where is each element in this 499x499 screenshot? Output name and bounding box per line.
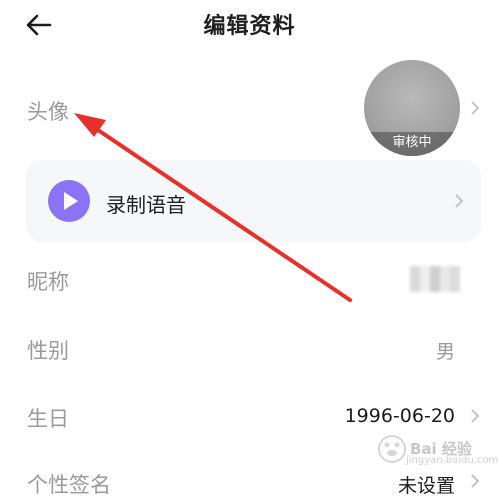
record-voice-card[interactable]: 录制语音 xyxy=(26,160,481,242)
gender-value: 男 xyxy=(435,341,455,363)
birthday-label: 生日 xyxy=(27,407,69,431)
watermark-url: jingyan.baidu.com xyxy=(406,455,499,466)
chevron-right-icon xyxy=(455,194,464,208)
avatar[interactable]: 审核中 xyxy=(364,60,460,156)
birthday-value: 1996-06-20 xyxy=(344,405,455,427)
gender-label: 性别 xyxy=(27,339,69,363)
avatar-label: 头像 xyxy=(27,100,69,124)
gender-row[interactable]: 性别 男 xyxy=(0,318,499,378)
nickname-label: 昵称 xyxy=(27,270,69,294)
review-status-badge: 审核中 xyxy=(364,132,460,156)
chevron-right-icon xyxy=(471,474,480,488)
chevron-right-icon xyxy=(471,101,480,115)
chevron-right-icon xyxy=(471,409,480,423)
play-icon xyxy=(48,180,90,222)
page-title: 编辑资料 xyxy=(203,14,296,39)
record-voice-label: 录制语音 xyxy=(106,193,186,217)
signature-label: 个性签名 xyxy=(27,473,111,497)
signature-value: 未设置 xyxy=(397,475,455,497)
nickname-value-blurred xyxy=(410,266,460,292)
